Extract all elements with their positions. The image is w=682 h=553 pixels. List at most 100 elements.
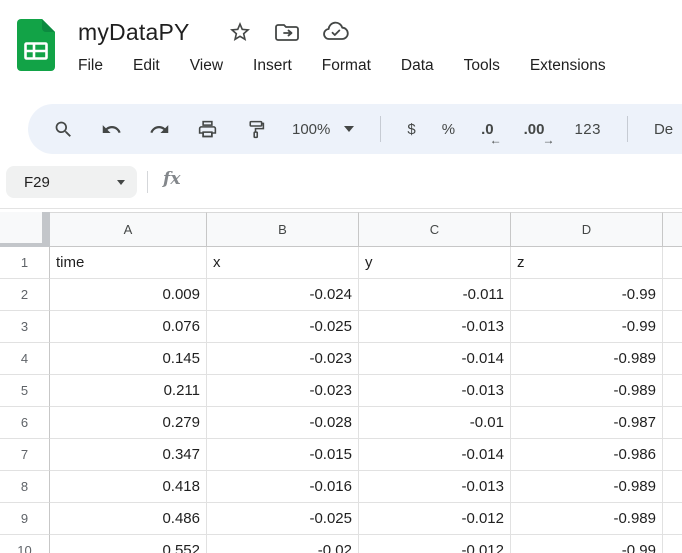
cell-C5[interactable]: -0.013 (359, 375, 511, 407)
cell-E1[interactable] (663, 247, 682, 279)
table-row: 60.279-0.028-0.01-0.987 (0, 407, 682, 439)
menu-extensions[interactable]: Extensions (530, 57, 606, 75)
right-arrow-icon: → (542, 133, 554, 147)
search-icon[interactable] (52, 118, 74, 140)
menu-format[interactable]: Format (322, 57, 371, 75)
cell-C7[interactable]: -0.014 (359, 439, 511, 471)
increase-decimal-button[interactable]: .00→ (524, 121, 549, 138)
cell-C10[interactable]: -0.012 (359, 535, 511, 553)
cell-C3[interactable]: -0.013 (359, 311, 511, 343)
cell-D5[interactable]: -0.989 (511, 375, 663, 407)
format-currency-button[interactable]: $ (407, 121, 415, 138)
column-header-b[interactable]: B (207, 212, 359, 247)
column-header-c[interactable]: C (359, 212, 511, 247)
cell-E5[interactable] (663, 375, 682, 407)
paint-format-icon[interactable] (244, 118, 266, 140)
cell-A2[interactable]: 0.009 (50, 279, 207, 311)
cell-C6[interactable]: -0.01 (359, 407, 511, 439)
column-header-e[interactable]: E (663, 212, 682, 247)
row-header-7[interactable]: 7 (0, 439, 50, 471)
cell-C8[interactable]: -0.013 (359, 471, 511, 503)
undo-icon[interactable] (100, 118, 122, 140)
move-folder-icon[interactable] (274, 20, 300, 44)
row-header-2[interactable]: 2 (0, 279, 50, 311)
cell-A9[interactable]: 0.486 (50, 503, 207, 535)
row-header-10[interactable]: 10 (0, 535, 50, 553)
cell-E10[interactable] (663, 535, 682, 553)
zoom-select[interactable]: 100% (292, 121, 354, 138)
redo-icon[interactable] (148, 118, 170, 140)
row-header-1[interactable]: 1 (0, 247, 50, 279)
menu-data[interactable]: Data (401, 57, 434, 75)
row-header-8[interactable]: 8 (0, 471, 50, 503)
cell-E3[interactable] (663, 311, 682, 343)
menu-edit[interactable]: Edit (133, 57, 160, 75)
row-header-5[interactable]: 5 (0, 375, 50, 407)
menu-file[interactable]: File (78, 57, 103, 75)
name-box[interactable]: F29 (6, 166, 137, 198)
more-formats-button[interactable]: 123 (574, 121, 601, 138)
cell-A3[interactable]: 0.076 (50, 311, 207, 343)
cell-E7[interactable] (663, 439, 682, 471)
cell-A8[interactable]: 0.418 (50, 471, 207, 503)
menu-insert[interactable]: Insert (253, 57, 292, 75)
cell-D7[interactable]: -0.986 (511, 439, 663, 471)
cell-B10[interactable]: -0.02 (207, 535, 359, 553)
cell-D6[interactable]: -0.987 (511, 407, 663, 439)
cell-E6[interactable] (663, 407, 682, 439)
print-icon[interactable] (196, 118, 218, 140)
cell-B8[interactable]: -0.016 (207, 471, 359, 503)
cell-A7[interactable]: 0.347 (50, 439, 207, 471)
cell-D2[interactable]: -0.99 (511, 279, 663, 311)
cell-B3[interactable]: -0.025 (207, 311, 359, 343)
cell-D4[interactable]: -0.989 (511, 343, 663, 375)
cell-A1[interactable]: time (50, 247, 207, 279)
cell-D3[interactable]: -0.99 (511, 311, 663, 343)
column-header-d[interactable]: D (511, 212, 663, 247)
format-percent-button[interactable]: % (442, 121, 455, 138)
cell-B2[interactable]: -0.024 (207, 279, 359, 311)
sheets-logo-icon[interactable] (16, 18, 56, 72)
table-row: 1timexyz (0, 247, 682, 279)
table-row: 20.009-0.024-0.011-0.99 (0, 279, 682, 311)
cell-B6[interactable]: -0.028 (207, 407, 359, 439)
cell-B1[interactable]: x (207, 247, 359, 279)
cell-A4[interactable]: 0.145 (50, 343, 207, 375)
cell-E8[interactable] (663, 471, 682, 503)
table-row: 80.418-0.016-0.013-0.989 (0, 471, 682, 503)
row-header-6[interactable]: 6 (0, 407, 50, 439)
document-title[interactable]: myDataPY (78, 19, 190, 46)
column-header-row: ABCDE (0, 212, 682, 247)
cell-E4[interactable] (663, 343, 682, 375)
cell-E2[interactable] (663, 279, 682, 311)
menu-tools[interactable]: Tools (464, 57, 500, 75)
cell-D1[interactable]: z (511, 247, 663, 279)
row-header-3[interactable]: 3 (0, 311, 50, 343)
cloud-saved-icon[interactable] (322, 20, 350, 44)
select-all-corner[interactable] (0, 212, 50, 247)
cell-D8[interactable]: -0.989 (511, 471, 663, 503)
star-icon[interactable] (228, 20, 252, 44)
menu-view[interactable]: View (190, 57, 223, 75)
cell-E9[interactable] (663, 503, 682, 535)
cell-D10[interactable]: -0.99 (511, 535, 663, 553)
cell-B5[interactable]: -0.023 (207, 375, 359, 407)
cell-C1[interactable]: y (359, 247, 511, 279)
cell-C4[interactable]: -0.014 (359, 343, 511, 375)
cell-A5[interactable]: 0.211 (50, 375, 207, 407)
cell-D9[interactable]: -0.989 (511, 503, 663, 535)
cell-A6[interactable]: 0.279 (50, 407, 207, 439)
decrease-decimal-button[interactable]: .0← (481, 121, 498, 138)
font-select[interactable]: De (654, 121, 673, 138)
row-header-4[interactable]: 4 (0, 343, 50, 375)
cell-C2[interactable]: -0.011 (359, 279, 511, 311)
cell-A10[interactable]: 0.552 (50, 535, 207, 553)
zoom-value: 100% (292, 121, 330, 138)
row-header-9[interactable]: 9 (0, 503, 50, 535)
cell-B4[interactable]: -0.023 (207, 343, 359, 375)
cell-B7[interactable]: -0.015 (207, 439, 359, 471)
cell-B9[interactable]: -0.025 (207, 503, 359, 535)
name-box-value: F29 (24, 174, 50, 191)
cell-C9[interactable]: -0.012 (359, 503, 511, 535)
column-header-a[interactable]: A (50, 212, 207, 247)
